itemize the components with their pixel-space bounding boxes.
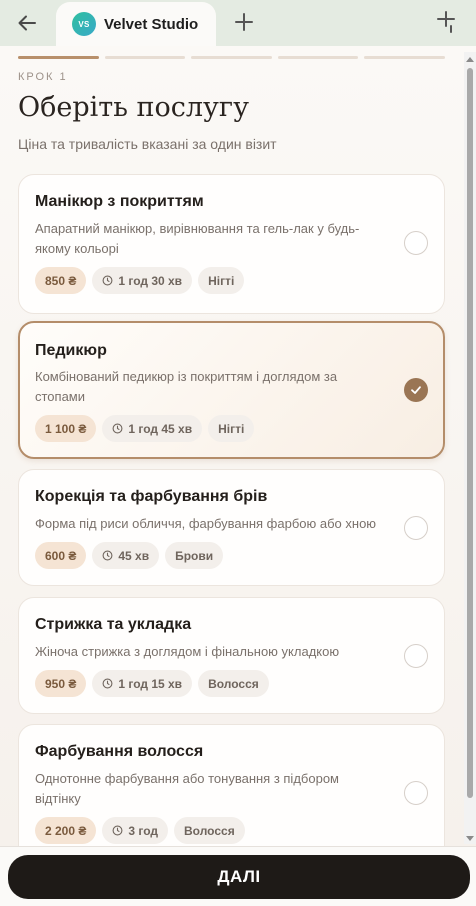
select-radio[interactable] — [404, 231, 428, 255]
clock-icon — [112, 825, 123, 836]
select-radio[interactable] — [404, 644, 428, 668]
site-avatar-icon: VS — [72, 12, 96, 36]
clock-icon — [102, 678, 113, 689]
duration-text: 3 год — [128, 823, 159, 838]
scrollbar-thumb[interactable] — [467, 68, 473, 798]
service-title: Фарбування волосся — [35, 743, 204, 760]
browser-tab[interactable]: VS Velvet Studio — [56, 2, 216, 46]
arrow-left-icon — [18, 15, 36, 31]
step-progress — [18, 56, 445, 59]
progress-segment — [364, 56, 445, 59]
duration-chip: 1 год 15 хв — [92, 670, 193, 697]
next-button[interactable]: ДАЛІ — [8, 855, 470, 899]
service-chips: 600 ₴ 45 хв Брови — [35, 542, 224, 569]
service-title: Манікюр з покриттям — [35, 193, 204, 210]
service-card[interactable]: Манікюр з покриттям Апаратний манікюр, в… — [18, 174, 445, 314]
duration-text: 1 год 45 хв — [128, 421, 193, 436]
service-chips: 850 ₴ 1 год 30 хв Нігті — [35, 267, 245, 294]
scroll-up-arrow-icon[interactable] — [466, 57, 474, 62]
duration-chip: 1 год 30 хв — [92, 267, 193, 294]
progress-segment — [277, 56, 359, 59]
category-chip: Волосся — [198, 670, 269, 697]
clock-icon — [102, 550, 113, 561]
back-button[interactable] — [12, 8, 42, 38]
duration-chip: 1 год 45 хв — [102, 415, 203, 442]
step-label: КРОК 1 — [18, 71, 68, 83]
price-chip: 600 ₴ — [35, 542, 87, 569]
bottom-action-bar: ДАЛІ — [0, 846, 476, 906]
price-chip: 950 ₴ — [35, 670, 87, 697]
checkmark-icon — [411, 386, 421, 394]
service-card[interactable]: Стрижка та укладка Жіноча стрижка з догл… — [18, 597, 445, 714]
browser-tab-bar: VS Velvet Studio — [0, 0, 476, 46]
price-chip: 1 100 ₴ — [35, 415, 97, 442]
menu-icon — [437, 11, 455, 33]
category-chip: Нігті — [198, 267, 245, 294]
duration-text: 1 год 30 хв — [118, 273, 183, 288]
page-title: Оберіть послугу — [18, 92, 249, 123]
service-title: Педикюр — [35, 342, 107, 359]
select-radio-checked[interactable] — [404, 378, 428, 402]
progress-segment — [18, 56, 99, 59]
page-subtitle: Ціна та тривалість вказані за один візит — [18, 136, 277, 152]
service-description: Жіноча стрижка з доглядом і фінальною ук… — [35, 644, 340, 659]
service-chips: 2 200 ₴ 3 год Волосся — [35, 817, 245, 844]
clock-icon — [112, 423, 123, 434]
select-radio[interactable] — [404, 516, 428, 540]
duration-chip: 3 год — [102, 817, 169, 844]
service-title: Стрижка та укладка — [35, 616, 192, 633]
page-scrollbar[interactable] — [464, 52, 476, 844]
progress-segment — [104, 56, 186, 59]
progress-segment — [191, 56, 272, 59]
category-chip: Нігті — [208, 415, 255, 442]
duration-text: 45 хв — [118, 548, 150, 563]
clock-icon — [102, 275, 113, 286]
category-chip: Брови — [165, 542, 224, 569]
service-chips: 1 100 ₴ 1 год 45 хв Нігті — [35, 415, 255, 442]
scroll-down-arrow-icon[interactable] — [466, 836, 474, 841]
new-tab-button[interactable] — [230, 8, 258, 36]
service-description: Однотонне фарбування або тонування з під… — [35, 771, 339, 806]
service-chips: 950 ₴ 1 год 15 хв Волосся — [35, 670, 269, 697]
plus-icon — [235, 13, 253, 31]
service-description: Форма під риси обличчя, фарбування фарбо… — [35, 516, 377, 531]
duration-chip: 45 хв — [92, 542, 160, 569]
service-description: Апаратний манікюр, вирівнювання та гель-… — [35, 221, 360, 256]
tab-title: Velvet Studio — [104, 15, 199, 33]
price-chip: 2 200 ₴ — [35, 817, 97, 844]
duration-text: 1 год 15 хв — [118, 676, 183, 691]
service-description: Комбінований педикюр із покриттям і догл… — [35, 369, 338, 404]
category-chip: Волосся — [174, 817, 245, 844]
service-selection-page: КРОК 1 Оберіть послугу Ціна та триваліст… — [0, 46, 476, 846]
browser-menu-button[interactable] — [432, 8, 460, 36]
select-radio[interactable] — [404, 781, 428, 805]
service-title: Корекція та фарбування брів — [35, 488, 268, 505]
price-chip: 850 ₴ — [35, 267, 87, 294]
service-card[interactable]: Фарбування волосся Однотонне фарбування … — [18, 724, 445, 846]
service-card[interactable]: Корекція та фарбування брів Форма під ри… — [18, 469, 445, 586]
service-card-selected[interactable]: Педикюр Комбінований педикюр із покриття… — [18, 321, 445, 459]
